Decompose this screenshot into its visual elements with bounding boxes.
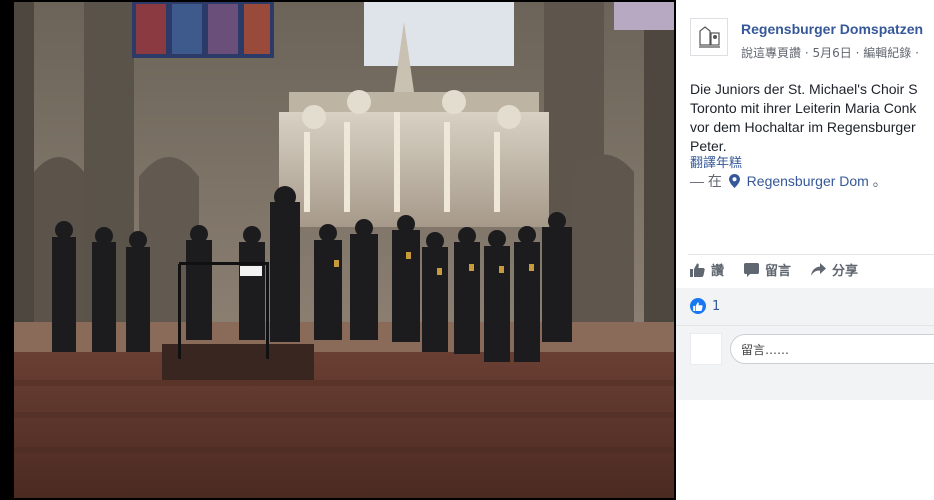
- location-row: — 在 Regensburger Dom 。: [690, 171, 887, 191]
- divider: [688, 254, 934, 255]
- page-avatar[interactable]: [690, 18, 728, 56]
- comment-input[interactable]: 留言……: [730, 334, 934, 364]
- reaction-count-value: 1: [712, 298, 721, 314]
- meta-separator: ·: [915, 46, 919, 60]
- user-avatar: [690, 333, 722, 365]
- share-button[interactable]: 分享: [811, 260, 858, 279]
- share-label: 分享: [832, 264, 859, 279]
- translate-link[interactable]: 翻譯年糕: [690, 152, 742, 171]
- comment-composer: 留言……: [690, 333, 934, 365]
- location-suffix: 。: [872, 173, 887, 189]
- meta-separator: ·: [855, 46, 860, 60]
- reactions-section: 1 留言……: [676, 288, 934, 400]
- post-photo[interactable]: [14, 2, 674, 498]
- page-name-link[interactable]: Regensburger Domspatzen: [741, 21, 923, 37]
- divider: [676, 325, 934, 326]
- post-actions: 讚 留言 分享: [690, 260, 858, 279]
- post-meta: 說這專頁讚 · 5月6日 · 編輯紀錄 ·: [741, 44, 919, 61]
- page-logo-icon: [691, 19, 727, 55]
- reaction-count[interactable]: 1: [690, 298, 720, 314]
- comment-label: 留言: [765, 264, 792, 279]
- thumbs-up-icon: [690, 263, 705, 277]
- location-prefix: — 在: [690, 173, 722, 189]
- like-button[interactable]: 讚: [690, 260, 724, 279]
- post-date-link[interactable]: 5月6日: [813, 46, 852, 60]
- like-label: 讚: [711, 264, 725, 279]
- cathedral-choir-photo: [14, 2, 674, 498]
- post-text-line: Die Juniors der St. Michael's Choir S: [690, 81, 918, 97]
- like-reaction-icon: [690, 298, 706, 314]
- share-arrow-icon: [811, 262, 827, 276]
- post-text-line: vor dem Hochaltar im Regensburger: [690, 119, 916, 135]
- comment-button[interactable]: 留言: [744, 260, 791, 279]
- post-text-line: Toronto mit ihrer Leiterin Maria Conk: [690, 100, 917, 116]
- meta-separator: ·: [804, 46, 809, 60]
- comment-placeholder: 留言……: [741, 342, 790, 357]
- location-link[interactable]: Regensburger Dom: [747, 173, 869, 189]
- location-pin-icon: [728, 174, 740, 188]
- edit-history-link[interactable]: 編輯紀錄: [863, 46, 911, 60]
- post-side-panel: Regensburger Domspatzen 說這專頁讚 · 5月6日 · 編…: [676, 0, 934, 500]
- like-page-link[interactable]: 說這專頁讚: [741, 46, 801, 60]
- post-text: Die Juniors der St. Michael's Choir S To…: [690, 80, 934, 156]
- comment-bubble-icon: [744, 262, 760, 277]
